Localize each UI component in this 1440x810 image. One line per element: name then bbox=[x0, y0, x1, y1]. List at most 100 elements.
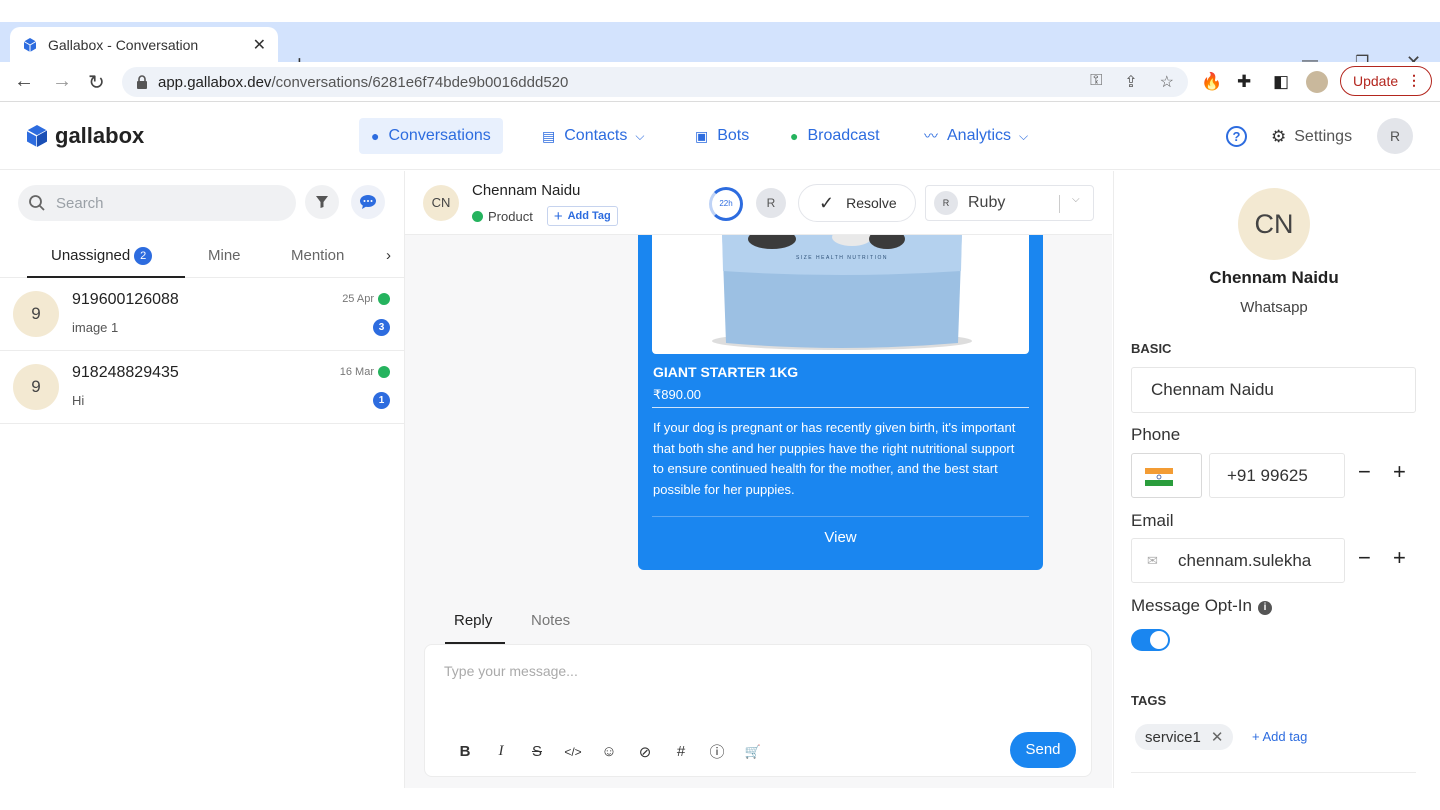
nav-bots[interactable]: ▣ Bots bbox=[683, 118, 761, 154]
help-icon[interactable]: ? bbox=[1226, 126, 1247, 147]
logo-text: gallabox bbox=[55, 123, 145, 148]
contact-avatar[interactable]: CN bbox=[423, 185, 459, 221]
emoji-icon[interactable]: ☺ bbox=[599, 743, 619, 760]
bottom-band bbox=[0, 788, 1440, 810]
tab-mention[interactable]: Mention bbox=[291, 247, 344, 264]
filter-icon bbox=[316, 196, 328, 208]
view-product-button[interactable]: View bbox=[638, 529, 1043, 546]
remove-phone-icon[interactable]: − bbox=[1358, 459, 1371, 485]
last-message-preview: Hi bbox=[72, 393, 85, 408]
product-title: GIANT STARTER 1KG bbox=[653, 364, 799, 380]
address-bar[interactable]: app.gallabox.dev/conversations/6281e6f74… bbox=[122, 67, 1188, 97]
update-button[interactable]: Update ⋮ bbox=[1340, 66, 1432, 96]
gallabox-logo[interactable]: gallabox bbox=[26, 123, 144, 149]
conversation-filter-tabs: Unassigned 2 Mine Mention › bbox=[0, 235, 405, 278]
info-icon[interactable]: ⓘ bbox=[707, 741, 727, 762]
reload-icon[interactable]: ↻ bbox=[88, 70, 105, 95]
new-chat-button[interactable] bbox=[351, 185, 385, 219]
nav-conversations[interactable]: ● Conversations bbox=[359, 118, 503, 154]
browser-toolbar: ← → ↻ app.gallabox.dev/conversations/628… bbox=[0, 62, 1440, 102]
message-input-placeholder: Type your message... bbox=[444, 663, 578, 679]
add-tag-link[interactable]: + Add tag bbox=[1252, 729, 1307, 744]
add-phone-icon[interactable]: + bbox=[1393, 459, 1406, 485]
add-email-icon[interactable]: + bbox=[1393, 545, 1406, 571]
chat-bubble-icon: ● bbox=[371, 128, 380, 144]
nav-analytics[interactable]: 〰 Analytics ⌵ bbox=[912, 118, 1040, 154]
phone-field[interactable]: +91 99625 bbox=[1209, 453, 1345, 498]
chat-pane: CN Chennam Naidu Product + Add Tag 22h R … bbox=[405, 171, 1112, 788]
contact-avatar-large: CN bbox=[1238, 188, 1310, 260]
assignee-name: Ruby bbox=[968, 194, 1006, 211]
search-input[interactable]: Search bbox=[18, 185, 296, 221]
tab-unassigned[interactable]: Unassigned 2 bbox=[51, 247, 153, 265]
settings-label: Settings bbox=[1294, 128, 1353, 145]
more-menu-icon[interactable]: ⋮ bbox=[1407, 72, 1421, 89]
forward-icon[interactable]: → bbox=[52, 70, 72, 93]
hashtag-icon[interactable]: # bbox=[671, 743, 691, 760]
bold-icon[interactable]: B bbox=[455, 743, 475, 760]
star-icon[interactable]: ☆ bbox=[1160, 72, 1174, 92]
extension-flame-icon[interactable]: 🔥 bbox=[1201, 72, 1222, 92]
top-band bbox=[0, 0, 1440, 22]
nav-contacts[interactable]: ▤ Contacts ⌵ bbox=[530, 118, 656, 154]
tags-heading: TAGS bbox=[1131, 693, 1167, 708]
settings-link[interactable]: ⚙ Settings bbox=[1271, 127, 1352, 147]
chevron-down-icon: ⌵ bbox=[1019, 128, 1029, 143]
nav-broadcast[interactable]: ● Broadcast bbox=[778, 118, 892, 154]
back-icon[interactable]: ← bbox=[14, 70, 34, 93]
contact-channel: Whatsapp bbox=[1240, 299, 1308, 316]
select-divider bbox=[1059, 195, 1060, 213]
contact-name[interactable]: Chennam Naidu bbox=[472, 182, 580, 199]
extensions-puzzle-icon[interactable]: ✚ bbox=[1237, 72, 1251, 92]
strikethrough-icon[interactable]: S bbox=[527, 743, 547, 760]
add-tag-button[interactable]: + Add Tag bbox=[546, 206, 618, 226]
italic-icon[interactable]: I bbox=[491, 743, 511, 760]
user-avatar[interactable]: R bbox=[1377, 118, 1413, 154]
side-panel-icon[interactable]: ◧ bbox=[1273, 72, 1289, 92]
assignee-select[interactable]: R Ruby ⌵ bbox=[925, 185, 1094, 221]
tab-notes[interactable]: Notes bbox=[531, 612, 570, 629]
product-price: ₹890.00 bbox=[653, 387, 702, 402]
package-text: SIZE HEALTH NUTRITION bbox=[796, 255, 888, 261]
share-icon[interactable]: ⇪ bbox=[1124, 72, 1137, 92]
browser-tab[interactable]: Gallabox - Conversation ✕ bbox=[10, 27, 278, 62]
attachment-icon[interactable]: ⊘ bbox=[635, 743, 655, 761]
conversation-list-pane: Search Unassigned 2 Mine Mention › 9 9196… bbox=[0, 171, 405, 788]
info-icon[interactable]: i bbox=[1257, 601, 1272, 615]
update-label: Update bbox=[1353, 73, 1399, 89]
conversation-item[interactable]: 9 919600126088 image 1 25 Apr 3 bbox=[0, 278, 404, 351]
profile-avatar-icon[interactable] bbox=[1306, 71, 1328, 93]
url-host: app.gallabox.dev bbox=[158, 73, 272, 91]
message-optin-row: Message Opt-In i bbox=[1131, 596, 1272, 616]
message-date: 16 Mar bbox=[340, 366, 390, 378]
conversation-item[interactable]: 9 918248829435 Hi 16 Mar 1 bbox=[0, 351, 404, 424]
filter-button[interactable] bbox=[305, 185, 339, 219]
tab-mine[interactable]: Mine bbox=[208, 247, 241, 264]
tab-reply[interactable]: Reply bbox=[454, 612, 492, 629]
gallabox-logo-icon bbox=[26, 125, 48, 147]
trend-line-icon: 〰 bbox=[924, 128, 938, 144]
last-message-preview: image 1 bbox=[72, 320, 119, 335]
email-field[interactable]: ✉ chennam.sulekha bbox=[1131, 538, 1345, 583]
chat-bubble-icon bbox=[360, 195, 376, 209]
resolve-button[interactable]: ✓ Resolve bbox=[798, 184, 916, 222]
name-field[interactable]: Chennam Naidu bbox=[1131, 367, 1416, 413]
agent-avatar[interactable]: R bbox=[756, 188, 786, 218]
whatsapp-icon bbox=[472, 210, 483, 222]
india-flag-icon bbox=[1145, 468, 1173, 486]
key-icon[interactable]: ⚿ bbox=[1090, 72, 1102, 92]
message-optin-toggle[interactable] bbox=[1131, 629, 1170, 651]
message-composer[interactable]: Type your message... B I S </> ☺ ⊘ # ⓘ 🛒… bbox=[424, 644, 1092, 777]
add-tag-label: Add Tag bbox=[567, 210, 611, 222]
close-tab-icon[interactable]: ✕ bbox=[253, 35, 266, 55]
product-description: If your dog is pregnant or has recently … bbox=[653, 420, 1016, 497]
remove-tag-icon[interactable]: ✕ bbox=[1211, 728, 1224, 746]
send-button[interactable]: Send bbox=[1010, 732, 1076, 768]
chevron-right-icon[interactable]: › bbox=[386, 247, 391, 264]
cart-icon[interactable]: 🛒 bbox=[743, 744, 763, 760]
whatsapp-icon bbox=[378, 293, 390, 305]
chevron-down-icon: ⌵ bbox=[1072, 194, 1080, 205]
code-icon[interactable]: </> bbox=[563, 745, 583, 759]
country-code-select[interactable] bbox=[1131, 453, 1202, 498]
remove-email-icon[interactable]: − bbox=[1358, 545, 1371, 571]
